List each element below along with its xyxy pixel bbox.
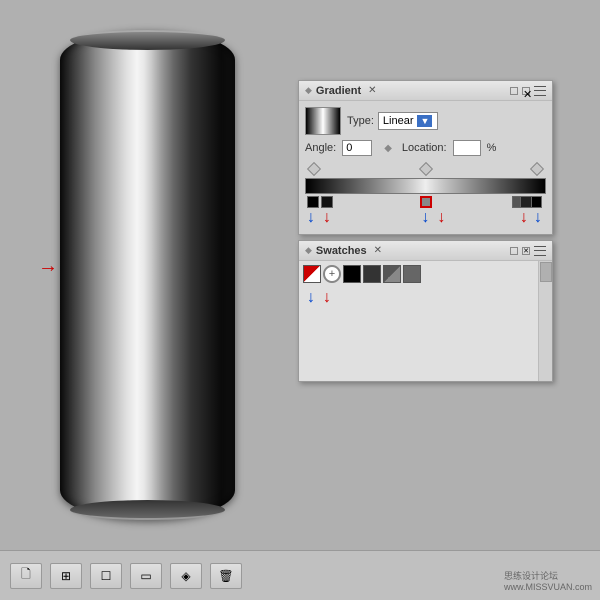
- arrow-down-red-2: ↓: [438, 210, 446, 226]
- arrow-down-red-3: ↓: [520, 210, 528, 226]
- swatches-close-tab[interactable]: ✕: [374, 245, 382, 256]
- swatch-target-icon[interactable]: +: [323, 265, 341, 283]
- location-label: Location:: [402, 142, 447, 154]
- opacity-stop-left[interactable]: [307, 162, 321, 176]
- type-control: Type: Linear ▼: [347, 112, 438, 130]
- trash-icon: 🗑: [218, 569, 233, 583]
- gradient-close-tab[interactable]: ✕: [368, 85, 376, 96]
- diamond-icon: ◆: [305, 85, 312, 96]
- swatch-black[interactable]: [343, 265, 361, 283]
- arrow-down-red-1: ↓: [323, 210, 331, 226]
- percent-label: %: [487, 142, 497, 154]
- toolbar-diamond-btn[interactable]: ◈: [170, 563, 202, 589]
- gradient-type-row: Type: Linear ▼: [305, 107, 546, 135]
- gradient-track-area: ↓ ↓ ↓ ↓ ↓ ↓: [305, 162, 546, 228]
- cylinder-container: [60, 30, 235, 520]
- color-stop-2[interactable]: [321, 196, 333, 208]
- swatch-items-row: +: [303, 265, 534, 283]
- watermark-text1: 思练设计论坛: [504, 569, 592, 582]
- toolbar-trash-btn[interactable]: 🗑: [210, 563, 242, 589]
- gradient-panel: ◆ Gradient ✕ ✕ Type: Linear ▼: [298, 80, 553, 235]
- scrollbar[interactable]: [538, 261, 552, 381]
- opacity-stop-row: [305, 162, 546, 176]
- swatches-content: + ↓ ↓: [299, 261, 538, 381]
- arrow-down-blue-3: ↓: [534, 210, 542, 226]
- opacity-stop-right[interactable]: [530, 162, 544, 176]
- swatch-arrows: ↓ ↓: [303, 289, 534, 307]
- swatches-panel: ◆ Swatches ✕ ✕ +: [298, 240, 553, 382]
- watermark-text2: www.MISSVUAN.com: [504, 582, 592, 592]
- swatches-close-btn[interactable]: ✕: [522, 247, 530, 255]
- opacity-stop-center[interactable]: [418, 162, 432, 176]
- gradient-panel-body: Type: Linear ▼ Angle: ◆ Location: %: [299, 101, 552, 234]
- toolbar-copy-btn[interactable]: ⊞: [50, 563, 82, 589]
- toolbar-shape-btn[interactable]: ▭: [130, 563, 162, 589]
- swatch-dark-gray[interactable]: [363, 265, 381, 283]
- shape-icon: ▭: [140, 569, 151, 583]
- bottom-toolbar: 🗋 ⊞ ☐ ▭ ◈ 🗑 思练设计论坛 www.MISSVUAN.com: [0, 550, 600, 600]
- cylinder: [60, 30, 235, 520]
- swatch-arrow-blue: ↓: [307, 289, 315, 307]
- diamond-toolbar-icon: ◈: [181, 569, 190, 583]
- diamond-small-icon: ◆: [384, 143, 392, 154]
- panel-menu-icon[interactable]: [534, 86, 546, 96]
- swatch-none[interactable]: [303, 265, 321, 283]
- diamond-icon-swatches: ◆: [305, 245, 312, 256]
- red-arrow-left: →: [38, 255, 58, 278]
- copy-icon: ⊞: [61, 569, 71, 583]
- color-stop-6[interactable]: [520, 196, 532, 208]
- new-doc-icon: 🗋: [21, 565, 31, 586]
- gradient-panel-title: Gradient: [316, 85, 361, 97]
- minimize-btn[interactable]: [510, 87, 518, 95]
- arrow-down-blue-1: ↓: [307, 210, 315, 226]
- swatches-body: + ↓ ↓: [299, 261, 552, 381]
- color-stop-center[interactable]: [420, 196, 432, 208]
- type-label: Type:: [347, 115, 374, 127]
- scrollbar-thumb[interactable]: [540, 262, 552, 282]
- color-stop-1[interactable]: [307, 196, 319, 208]
- select-dropdown-icon[interactable]: ▼: [417, 115, 432, 127]
- angle-input[interactable]: [342, 140, 372, 156]
- angle-label: Angle:: [305, 142, 336, 154]
- angle-row: Angle: ◆ Location: %: [305, 140, 546, 156]
- swatches-minimize-btn[interactable]: [510, 247, 518, 255]
- frame-icon: ☐: [101, 569, 112, 583]
- gradient-preview[interactable]: [305, 107, 341, 135]
- swatches-panel-titlebar: ◆ Swatches ✕ ✕: [299, 241, 552, 261]
- arrow-down-blue-2: ↓: [422, 210, 430, 226]
- close-btn[interactable]: ✕: [522, 87, 530, 95]
- swatch-gray-blend[interactable]: [383, 265, 401, 283]
- swatch-mid-gray[interactable]: [403, 265, 421, 283]
- type-select[interactable]: Linear ▼: [378, 112, 438, 130]
- toolbar-frame-btn[interactable]: ☐: [90, 563, 122, 589]
- gradient-panel-titlebar: ◆ Gradient ✕ ✕: [299, 81, 552, 101]
- watermark: 思练设计论坛 www.MISSVUAN.com: [504, 569, 592, 592]
- type-value: Linear: [383, 115, 414, 127]
- color-stops-row: ↓ ↓ ↓ ↓ ↓ ↓: [305, 196, 546, 228]
- swatch-arrow-red: ↓: [323, 289, 331, 307]
- toolbar-new-btn[interactable]: 🗋: [10, 563, 42, 589]
- location-input[interactable]: [453, 140, 481, 156]
- swatches-panel-title: Swatches: [316, 245, 367, 257]
- swatches-menu-icon[interactable]: [534, 246, 546, 256]
- gradient-bar[interactable]: [305, 178, 546, 194]
